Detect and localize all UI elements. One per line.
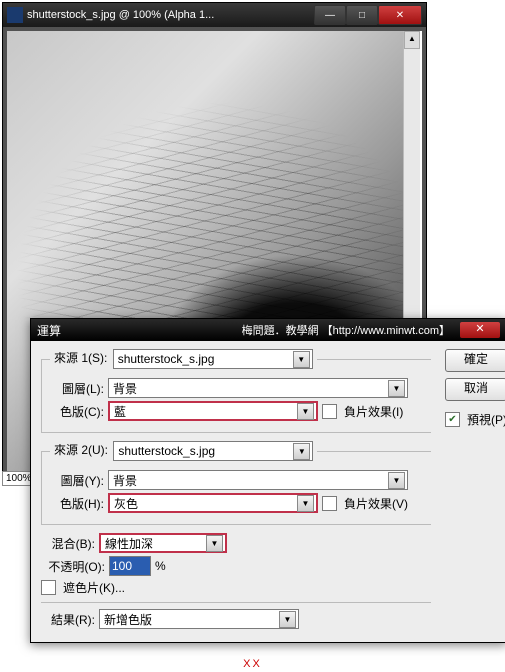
source2-file-dropdown[interactable]: shutterstock_s.jpg ▼ [113,441,313,461]
source2-layer-dropdown[interactable]: 背景 ▼ [108,470,408,490]
source1-file-dropdown[interactable]: shutterstock_s.jpg ▼ [113,349,313,369]
source2-invert-label: 負片效果(V) [344,495,408,512]
dropdown-arrow-icon: ▼ [297,495,314,512]
blend-value: 線性加深 [105,535,206,552]
source1-file-value: shutterstock_s.jpg [118,352,293,366]
dropdown-arrow-icon: ▼ [279,611,296,628]
source1-channel-row: 色版(C): 藍 ▼ 負片效果(I) [50,401,427,421]
dialog-watermark: 梅問題．教學網 【http://www.minwt.com】 [121,322,450,338]
source1-channel-dropdown[interactable]: 藍 ▼ [108,401,318,421]
source1-layer-value: 背景 [113,380,388,397]
source2-layer-row: 圖層(Y): 背景 ▼ [50,470,427,490]
mask-row: 遮色片(K)... [41,579,431,596]
calculations-dialog: 運算 梅問題．教學網 【http://www.minwt.com】 ✕ 來源 1… [30,318,505,643]
source1-layer-row: 圖層(L): 背景 ▼ [50,378,427,398]
source2-group: 來源 2(U): shutterstock_s.jpg ▼ 圖層(Y): 背景 … [41,441,431,525]
mask-checkbox[interactable] [41,580,56,595]
dropdown-arrow-icon: ▼ [388,472,405,489]
source2-channel-label: 色版(H): [50,495,104,512]
source1-legend: 來源 1(S): shutterstock_s.jpg ▼ [50,349,317,369]
preview-checkbox[interactable]: ✔ [445,412,460,427]
minimize-button[interactable]: — [314,5,346,25]
dropdown-arrow-icon: ▼ [388,380,405,397]
footer-mark: XX [243,658,262,670]
dialog-body: 來源 1(S): shutterstock_s.jpg ▼ 圖層(L): 背景 … [31,341,505,642]
opacity-input[interactable] [109,556,151,576]
source2-legend: 來源 2(U): shutterstock_s.jpg ▼ [50,441,317,461]
source2-channel-dropdown[interactable]: 灰色 ▼ [108,493,318,513]
dropdown-arrow-icon: ▼ [293,351,310,368]
source2-channel-value: 灰色 [114,495,297,512]
dropdown-arrow-icon: ▼ [297,403,314,420]
source1-invert-label: 負片效果(I) [344,403,403,420]
cancel-button[interactable]: 取消 [445,378,505,401]
source1-channel-value: 藍 [114,403,297,420]
opacity-unit: % [155,559,166,573]
source2-layer-value: 背景 [113,472,388,489]
dropdown-arrow-icon: ▼ [206,535,223,552]
blend-dropdown[interactable]: 線性加深 ▼ [99,533,227,553]
dialog-title: 運算 [37,322,61,339]
source2-channel-row: 色版(H): 灰色 ▼ 負片效果(V) [50,493,427,513]
source1-group: 來源 1(S): shutterstock_s.jpg ▼ 圖層(L): 背景 … [41,349,431,433]
blend-label: 混合(B): [41,535,95,552]
result-dropdown[interactable]: 新增色版 ▼ [99,609,299,629]
result-value: 新增色版 [104,611,279,628]
result-label: 結果(R): [41,611,95,628]
dialog-close-button[interactable]: ✕ [460,322,500,338]
source1-layer-dropdown[interactable]: 背景 ▼ [108,378,408,398]
window-title: shutterstock_s.jpg @ 100% (Alpha 1... [27,9,314,21]
dropdown-arrow-icon: ▼ [293,443,310,460]
ok-button[interactable]: 確定 [445,349,505,372]
close-button[interactable]: ✕ [378,5,422,25]
preview-row: ✔ 預視(P) [445,411,505,428]
app-icon [7,7,23,23]
mask-label: 遮色片(K)... [63,579,125,596]
source1-layer-label: 圖層(L): [50,380,104,397]
opacity-row: 不透明(O): % [41,556,431,576]
dialog-main-column: 來源 1(S): shutterstock_s.jpg ▼ 圖層(L): 背景 … [41,349,431,629]
source2-invert-checkbox[interactable] [322,496,337,511]
source1-channel-label: 色版(C): [50,403,104,420]
result-row: 結果(R): 新增色版 ▼ [41,609,431,629]
dialog-titlebar[interactable]: 運算 梅問題．教學網 【http://www.minwt.com】 ✕ [31,319,505,341]
image-window-titlebar[interactable]: shutterstock_s.jpg @ 100% (Alpha 1... — … [3,3,426,27]
dialog-side-column: 確定 取消 ✔ 預視(P) [439,349,505,431]
opacity-label: 不透明(O): [41,558,105,575]
source2-file-value: shutterstock_s.jpg [118,444,293,458]
source1-invert-checkbox[interactable] [322,404,337,419]
maximize-button[interactable]: □ [346,5,378,25]
window-controls: — □ ✕ [314,5,422,25]
blend-row: 混合(B): 線性加深 ▼ [41,533,431,553]
source2-layer-label: 圖層(Y): [50,472,104,489]
preview-label: 預視(P) [467,411,505,428]
divider [41,602,431,603]
